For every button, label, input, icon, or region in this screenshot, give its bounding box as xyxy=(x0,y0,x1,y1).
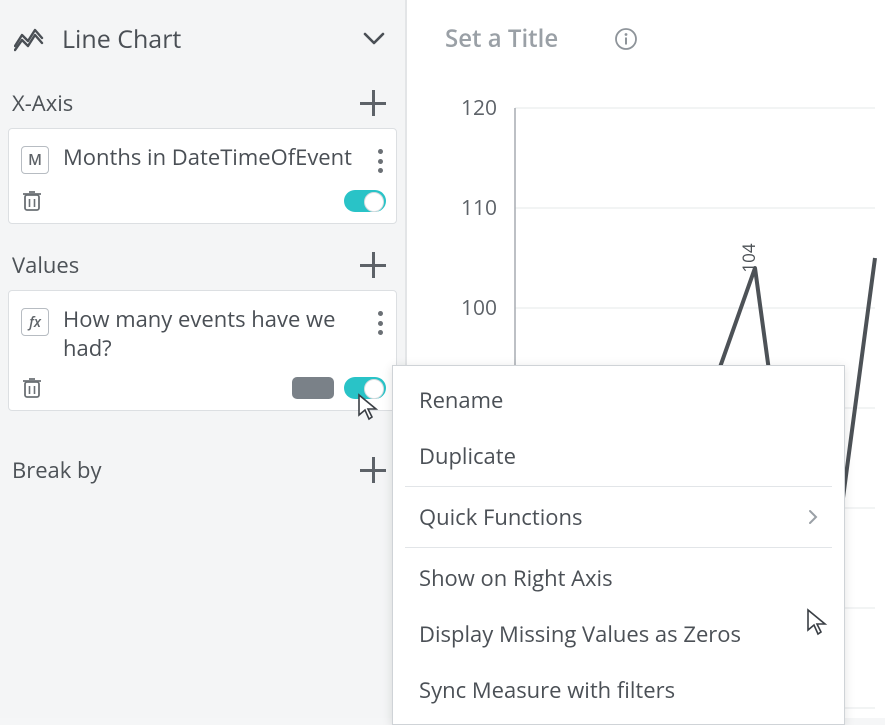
chevron-right-icon xyxy=(808,509,818,525)
menu-rename[interactable]: Rename xyxy=(393,372,844,428)
menu-duplicate[interactable]: Duplicate xyxy=(393,428,844,484)
month-badge-icon: M xyxy=(21,146,49,174)
values-title: Values xyxy=(12,250,79,280)
formula-badge-icon: fx xyxy=(21,308,49,336)
menu-item-label: Display Missing Values as Zeros xyxy=(419,619,741,649)
trash-icon xyxy=(21,376,43,400)
values-enable-toggle[interactable] xyxy=(344,377,386,399)
add-x-axis-button[interactable] xyxy=(359,89,387,117)
menu-separator xyxy=(405,547,832,548)
x-axis-title: X-Axis xyxy=(12,88,73,118)
break-by-section-header: Break by xyxy=(0,429,405,491)
chart-type-label: Line Chart xyxy=(62,22,181,56)
menu-item-label: Show on Right Axis xyxy=(419,563,613,593)
values-field-label[interactable]: How many events have we had? xyxy=(63,305,358,362)
x-axis-field-label[interactable]: Months in DateTimeOfEvent xyxy=(63,143,358,172)
break-by-title: Break by xyxy=(12,455,102,485)
x-axis-section-header: X-Axis xyxy=(0,80,405,124)
values-section-header: Values xyxy=(0,242,405,286)
plus-icon xyxy=(359,89,387,117)
add-value-button[interactable] xyxy=(359,251,387,279)
menu-item-label: Duplicate xyxy=(419,441,516,471)
x-axis-field-card: M Months in DateTimeOfEvent xyxy=(8,128,397,224)
menu-missing-as-zeros[interactable]: Display Missing Values as Zeros xyxy=(393,606,844,662)
menu-show-right-axis[interactable]: Show on Right Axis xyxy=(393,550,844,606)
menu-item-label: Quick Functions xyxy=(419,502,582,532)
values-context-menu: Rename Duplicate Quick Functions Show on… xyxy=(392,365,845,725)
menu-item-label: Rename xyxy=(419,385,503,415)
series-color-swatch[interactable] xyxy=(292,377,334,399)
config-side-panel: Line Chart X-Axis M Months in DateTimeOf… xyxy=(0,0,407,718)
chart-title-input[interactable]: Set a Title xyxy=(445,22,558,55)
delete-value-button[interactable] xyxy=(21,376,43,400)
values-menu-button[interactable] xyxy=(372,309,388,337)
svg-text:110: 110 xyxy=(461,194,497,222)
x-axis-enable-toggle[interactable] xyxy=(344,190,386,212)
plus-icon xyxy=(359,456,387,484)
x-axis-menu-button[interactable] xyxy=(372,147,388,175)
menu-sync-filters[interactable]: Sync Measure with filters xyxy=(393,662,844,718)
line-chart-icon xyxy=(14,26,44,52)
svg-text:100: 100 xyxy=(461,294,497,322)
chart-type-selector[interactable]: Line Chart xyxy=(0,0,405,80)
svg-text:120: 120 xyxy=(461,98,497,122)
plus-icon xyxy=(359,251,387,279)
menu-quick-functions[interactable]: Quick Functions xyxy=(393,489,844,545)
kebab-icon xyxy=(372,309,388,337)
kebab-icon xyxy=(372,147,388,175)
add-break-by-button[interactable] xyxy=(359,456,387,484)
svg-text:104: 104 xyxy=(737,243,760,272)
values-field-card: fx How many events have we had? xyxy=(8,290,397,411)
delete-x-axis-button[interactable] xyxy=(21,189,43,213)
menu-item-label: Sync Measure with filters xyxy=(419,675,675,705)
menu-separator xyxy=(405,486,832,487)
trash-icon xyxy=(21,189,43,213)
info-icon[interactable] xyxy=(614,27,638,51)
chevron-down-icon xyxy=(363,32,385,46)
